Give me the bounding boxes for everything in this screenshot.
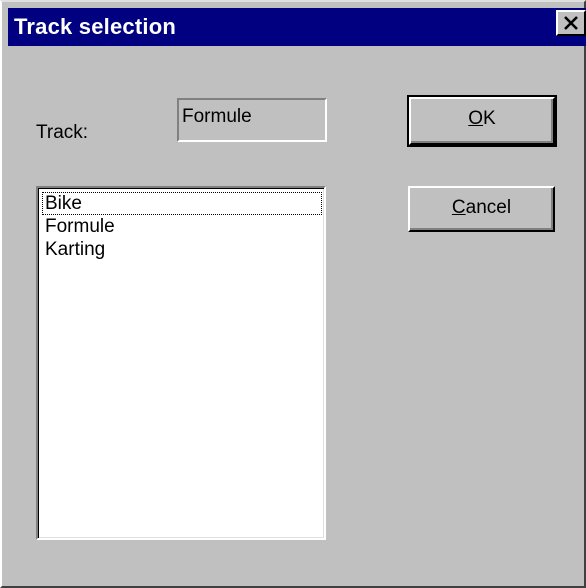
track-label: Track: bbox=[36, 122, 89, 143]
cancel-label: ancel bbox=[465, 197, 512, 218]
track-selection-dialog: Track selection Track: Formule Bike Form… bbox=[0, 0, 586, 588]
track-value-field: Formule bbox=[177, 98, 327, 142]
cancel-button[interactable]: Cancel bbox=[408, 186, 555, 232]
track-listbox[interactable]: Bike Formule Karting bbox=[36, 186, 326, 540]
cancel-accelerator: C bbox=[451, 197, 466, 218]
ok-accelerator: O bbox=[468, 108, 484, 129]
ok-button[interactable]: OK bbox=[407, 95, 557, 147]
ok-label: K bbox=[483, 108, 496, 129]
list-item-karting[interactable]: Karting bbox=[42, 238, 322, 261]
close-icon bbox=[564, 16, 578, 30]
window-title: Track selection bbox=[14, 14, 176, 39]
title-bar[interactable]: Track selection bbox=[8, 8, 586, 46]
list-item-formule[interactable]: Formule bbox=[42, 215, 322, 238]
list-item-bike[interactable]: Bike bbox=[42, 192, 322, 215]
close-button[interactable] bbox=[556, 10, 586, 36]
